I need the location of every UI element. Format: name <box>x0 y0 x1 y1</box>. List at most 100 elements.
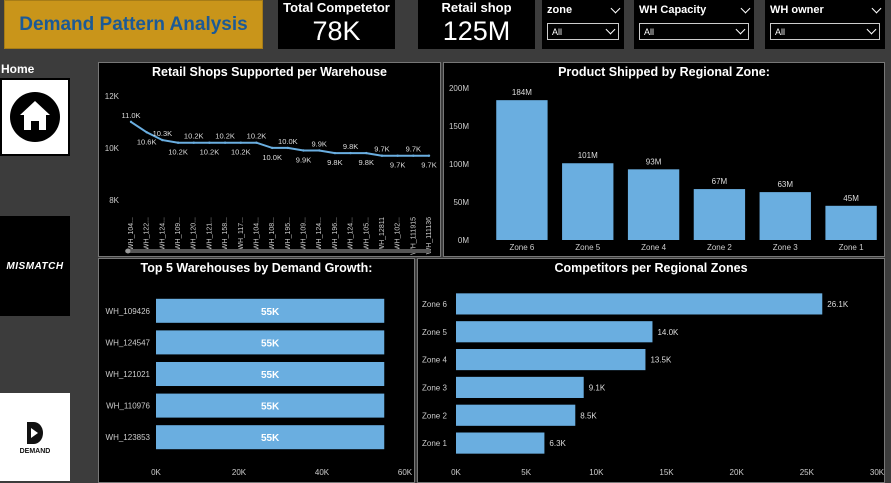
y-tick-label: 0M <box>458 236 469 245</box>
page-title: Demand Pattern Analysis <box>19 13 248 35</box>
data-label: 6.3K <box>549 439 566 448</box>
x-tick-label: WH_158... <box>222 217 229 250</box>
data-label: 55K <box>261 370 280 381</box>
y-tick-label: 10K <box>105 144 120 153</box>
data-label: 14.0K <box>657 328 679 337</box>
retail-shops-line-chart: 12K 10K 8K 11.0K WH_104... 10.6K WH_122... 10.3… <box>105 92 437 255</box>
y-tick-label: Zone 6 <box>422 300 447 309</box>
data-label: 9.7K <box>421 161 436 170</box>
data-label: 93M <box>646 157 662 166</box>
slicer-wh-capacity[interactable]: WH Capacity All <box>634 0 754 49</box>
data-label: 10.2K <box>184 132 204 141</box>
x-tick-label: 20K <box>232 468 247 477</box>
bar <box>456 321 653 343</box>
demand-logo-icon <box>27 421 43 444</box>
x-tick-label: WH_12811 <box>379 217 386 252</box>
home-label: Home <box>1 62 35 76</box>
data-label: 45M <box>843 194 859 203</box>
data-label: 184M <box>512 88 532 97</box>
slicer-label: WH owner <box>770 4 824 16</box>
slicer-dropdown[interactable]: All <box>770 23 880 40</box>
data-point <box>255 141 258 144</box>
bar <box>456 376 584 398</box>
y-tick-label: Zone 2 <box>422 411 447 420</box>
slicer-wh-owner[interactable]: WH owner All <box>765 0 885 49</box>
x-tick-label: WH_124... <box>316 217 323 250</box>
demand-nav-button[interactable]: DEMAND <box>0 393 70 481</box>
data-point <box>239 141 242 144</box>
bar <box>562 163 614 240</box>
data-point <box>318 149 321 152</box>
kpi-value: 78K <box>312 16 361 46</box>
slicer-zone[interactable]: zone All <box>542 0 624 49</box>
slicer-dropdown[interactable]: All <box>639 23 749 40</box>
bar <box>456 349 646 371</box>
y-tick-label: WH_121021 <box>106 370 151 379</box>
data-label: 55K <box>261 402 280 413</box>
chevron-down-icon[interactable] <box>871 3 882 13</box>
y-tick-label: WH_123853 <box>106 433 151 442</box>
chevron-down-icon[interactable] <box>610 3 621 13</box>
data-label: 10.0K <box>278 137 298 146</box>
data-point <box>192 141 195 144</box>
kpi-label: Retail shop <box>441 0 512 15</box>
data-label: 10.6K <box>137 137 157 146</box>
x-tick-label: WH_109... <box>301 217 308 250</box>
y-tick-label: WH_110976 <box>106 402 150 411</box>
data-label: 9.9K <box>296 156 311 165</box>
data-label: 10.2K <box>168 148 188 157</box>
y-tick-label: 150M <box>449 122 469 131</box>
data-label: 67M <box>712 177 728 186</box>
data-label: 10.2K <box>231 148 251 157</box>
x-tick-label: WH_105... <box>363 217 370 250</box>
competitors-bar-chart-panel: Competitors per Regional Zones 0K 5K 10K 15… <box>417 258 885 483</box>
x-tick-label: WH_104... <box>253 217 260 250</box>
mismatch-nav-button[interactable]: MISMATCH <box>0 216 70 316</box>
data-point <box>223 141 227 144</box>
x-tick-label: WH_117... <box>238 217 245 250</box>
slicer-dropdown[interactable]: All <box>547 23 619 40</box>
x-tick-label: Zone 1 <box>839 243 864 252</box>
data-label: 9.9K <box>311 140 326 149</box>
y-tick-label: Zone 3 <box>422 383 447 392</box>
data-point <box>333 151 337 155</box>
data-label: 10.2K <box>200 148 220 157</box>
x-tick-label: Zone 5 <box>575 243 600 252</box>
data-label: 10.2K <box>215 132 235 141</box>
y-tick-label: Zone 1 <box>422 439 447 448</box>
x-tick-label: Zone 4 <box>641 243 666 252</box>
data-label: 55K <box>261 307 280 318</box>
data-point <box>302 149 305 152</box>
x-tick-label: WH_124... <box>159 217 166 250</box>
x-tick-label: 15K <box>659 468 674 477</box>
data-point <box>396 154 399 157</box>
data-point <box>208 141 211 144</box>
x-tick-label: WH_121... <box>206 217 213 250</box>
home-button[interactable] <box>0 78 70 156</box>
y-tick-label: Zone 5 <box>422 328 447 337</box>
slicer-value: All <box>775 26 786 37</box>
data-label: 13.5K <box>650 356 672 365</box>
chevron-down-icon[interactable] <box>740 3 751 13</box>
data-label: 8.5K <box>580 411 597 420</box>
home-icon <box>10 92 60 142</box>
product-shipped-bar-chart-panel: Product Shipped by Regional Zone: 200M 15… <box>443 62 885 257</box>
kpi-value: 125M <box>442 16 511 46</box>
kpi-label: Total Competetor <box>283 0 390 15</box>
chevron-down-icon <box>735 24 746 35</box>
x-tick-label: WH_104... <box>128 217 135 250</box>
data-label: 11.0K <box>121 111 140 120</box>
data-label: 101M <box>578 151 598 160</box>
data-point <box>286 146 290 150</box>
x-tick-label: WH_195... <box>285 217 292 250</box>
y-tick-label: 100M <box>449 160 469 169</box>
y-tick-label: 8K <box>109 196 119 205</box>
data-label: 10.3K <box>153 129 173 138</box>
dashboard-title-box: Demand Pattern Analysis <box>4 0 263 49</box>
top-warehouses-bar-chart: 0K 20K 40K 60K 55K WH_109426 55K WH_124547 55K WH… <box>106 298 413 477</box>
x-tick-label: Zone 6 <box>509 243 534 252</box>
data-point <box>176 141 180 144</box>
data-point <box>427 154 431 157</box>
kpi-card-retail-shop: Retail shop 125M <box>418 0 535 49</box>
data-point <box>365 151 368 155</box>
